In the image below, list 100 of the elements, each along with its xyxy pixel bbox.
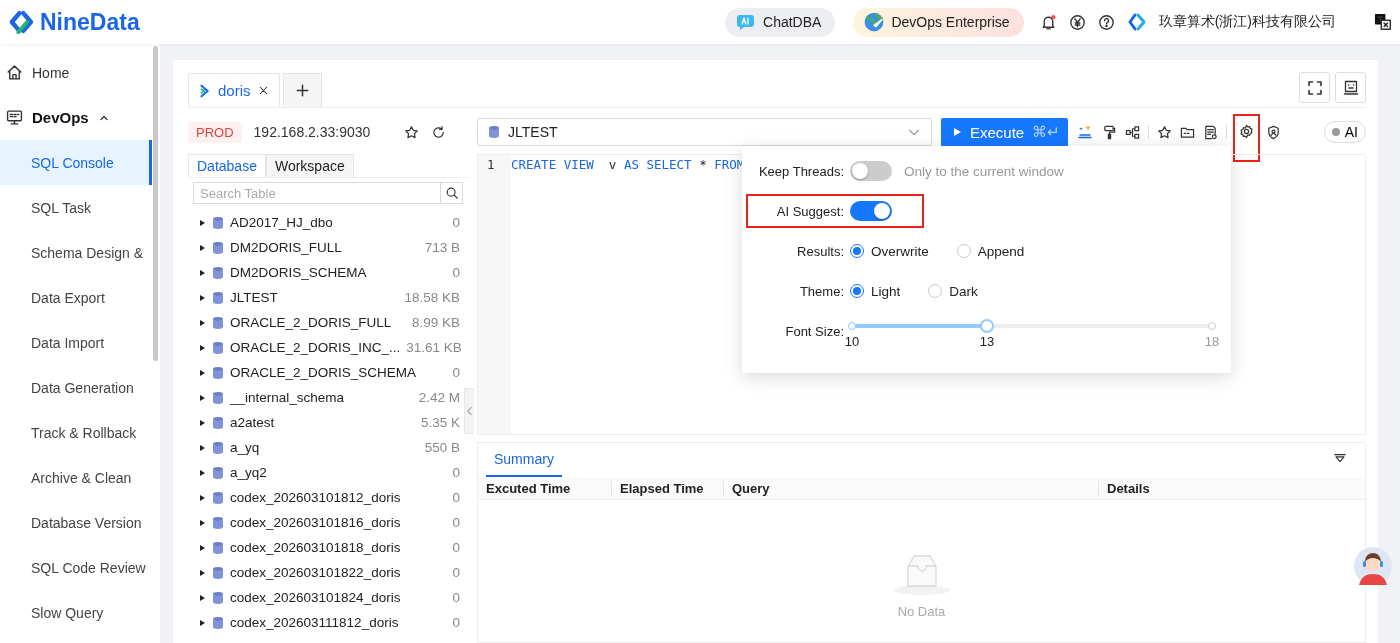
company-name[interactable]: 玖章算术(浙江)科技有限公司	[1158, 13, 1336, 31]
caret-right-icon[interactable]	[198, 543, 206, 552]
radio-option[interactable]: Append	[956, 243, 1025, 259]
yen-icon[interactable]	[1068, 13, 1086, 31]
database-row[interactable]: codex_202603101812_doris 0	[188, 485, 468, 510]
caret-right-icon[interactable]	[198, 218, 206, 227]
caret-right-icon[interactable]	[198, 393, 206, 402]
sidebar-item[interactable]: Home	[0, 50, 152, 95]
toggle-switch[interactable]	[850, 201, 892, 221]
database-row[interactable]: __internal_schema 2.42 M	[188, 385, 468, 410]
database-row[interactable]: DM2DORIS_FULL 713 B	[188, 235, 468, 260]
document-icon[interactable]	[1203, 124, 1219, 140]
panel-tab[interactable]: Workspace	[265, 154, 354, 177]
sidebar-item[interactable]: Schema Design &	[0, 230, 152, 275]
refresh-icon[interactable]	[431, 124, 446, 140]
database-row[interactable]: DM2DORIS_SCHEMA 0	[188, 260, 468, 285]
panel-tab[interactable]: Database	[188, 154, 266, 177]
search-button[interactable]	[441, 182, 463, 204]
database-name: ORACLE_2_DORIS_INC_...	[230, 340, 401, 355]
settings-icon	[1239, 124, 1255, 139]
column-header: Elapsed Time	[611, 480, 723, 496]
diagram-icon[interactable]	[1125, 124, 1141, 140]
caret-right-icon[interactable]	[198, 568, 206, 577]
database-row[interactable]: AD2017_HJ_dbo 0	[188, 210, 468, 235]
editor-tab[interactable]: doris	[188, 73, 280, 107]
database-size: 0	[452, 565, 460, 580]
toggle-switch[interactable]	[850, 161, 892, 181]
radio-option[interactable]: Dark	[928, 283, 978, 299]
slider-thumb[interactable]	[980, 319, 994, 333]
monitor-icon	[6, 109, 23, 126]
empty-message: No Data	[897, 604, 946, 619]
database-row[interactable]: ORACLE_2_DORIS_INC_... 31.61 KB	[188, 335, 468, 360]
database-row[interactable]: JLTEST 18.58 KB	[188, 285, 468, 310]
panel-button[interactable]	[1335, 72, 1366, 103]
sidebar-item[interactable]: Track & Rollback	[0, 410, 152, 455]
column-header: Query	[723, 480, 1098, 496]
caret-right-icon[interactable]	[198, 593, 206, 602]
caret-right-icon[interactable]	[198, 443, 206, 452]
database-row[interactable]: ORACLE_2_DORIS_FULL 8.99 KB	[188, 310, 468, 335]
ai-toggle[interactable]: AI	[1323, 121, 1366, 143]
database-row[interactable]: codex_202603111812_doris 0	[188, 610, 468, 635]
caret-right-icon[interactable]	[198, 618, 206, 627]
database-row[interactable]: a_yq2 0	[188, 460, 468, 485]
sidebar-item[interactable]: Data Export	[0, 275, 152, 320]
caret-right-icon[interactable]	[198, 493, 206, 502]
caret-right-icon[interactable]	[198, 268, 206, 277]
caret-right-icon[interactable]	[198, 293, 206, 302]
star-icon[interactable]	[1157, 124, 1173, 140]
sidebar-item[interactable]: Data Generation	[0, 365, 152, 410]
line-number: 1	[487, 157, 496, 172]
caret-right-icon[interactable]	[198, 343, 206, 352]
database-row[interactable]: a2atest 5.35 K	[188, 410, 468, 435]
sidebar-item[interactable]: Archive & Clean	[0, 455, 152, 500]
caret-right-icon[interactable]	[198, 368, 206, 377]
radio-option[interactable]: Overwrite	[850, 243, 929, 259]
sidebar-item[interactable]: SQL Console	[0, 140, 152, 185]
database-name: codex_202603101816_doris	[230, 515, 402, 530]
scrollbar[interactable]	[153, 46, 158, 361]
collapse-handle[interactable]	[464, 388, 474, 434]
fullscreen-button[interactable]	[1299, 72, 1330, 103]
help-icon[interactable]	[1097, 13, 1115, 31]
database-row[interactable]: codex_202603101816_doris 0	[188, 510, 468, 535]
shield-icon[interactable]	[1266, 124, 1282, 140]
caret-right-icon[interactable]	[198, 318, 206, 327]
sidebar-item[interactable]: SQL Task	[0, 185, 152, 230]
database-row[interactable]: a_yq 550 B	[188, 435, 468, 460]
setting-label: Results:	[796, 243, 845, 259]
sidebar-item[interactable]: SQL Code Review	[0, 545, 152, 590]
slider-stop	[848, 322, 856, 330]
execute-button[interactable]: Execute ⌘↵	[941, 117, 1069, 147]
caret-right-icon[interactable]	[198, 243, 206, 252]
database-row[interactable]: ORACLE_2_DORIS_SCHEMA 0	[188, 360, 468, 385]
settings-button[interactable]	[1235, 116, 1259, 160]
play-icon	[953, 127, 962, 137]
database-select[interactable]: JLTEST	[477, 118, 932, 146]
paint-roller-icon[interactable]	[1102, 124, 1118, 140]
database-row[interactable]: codex_202603101824_doris 0	[188, 585, 468, 610]
star-icon[interactable]	[404, 124, 419, 140]
search-field[interactable]: Search Table	[193, 182, 441, 204]
radio-option[interactable]: Light	[850, 283, 901, 299]
sidebar-item[interactable]: Data Import	[0, 320, 152, 365]
translate-icon[interactable]	[1374, 13, 1392, 31]
slider-mark: 10	[844, 334, 860, 349]
database-size: 8.99 KB	[411, 315, 460, 330]
sql-sparkle-icon[interactable]	[1076, 123, 1095, 141]
connection-address: 192.168.2.33:9030	[253, 124, 372, 140]
chat-button[interactable]: ChatDBA	[725, 7, 836, 37]
database-row[interactable]: codex_202603101822_doris 0	[188, 560, 468, 585]
sidebar-group[interactable]: DevOps	[0, 95, 152, 140]
caret-right-icon[interactable]	[198, 468, 206, 477]
caret-right-icon[interactable]	[198, 518, 206, 527]
support-agent-icon[interactable]	[1354, 545, 1392, 587]
database-row[interactable]: codex_202603101818_doris 0	[188, 535, 468, 560]
caret-right-icon[interactable]	[198, 418, 206, 427]
sidebar-item[interactable]: Slow Query	[0, 590, 152, 635]
sidebar-item[interactable]: Database Version	[0, 500, 152, 545]
edition-button[interactable]: DevOps Enterprise	[853, 7, 1024, 37]
database-size: 0	[452, 540, 460, 555]
database-icon	[212, 590, 224, 605]
database-icon	[212, 440, 224, 455]
